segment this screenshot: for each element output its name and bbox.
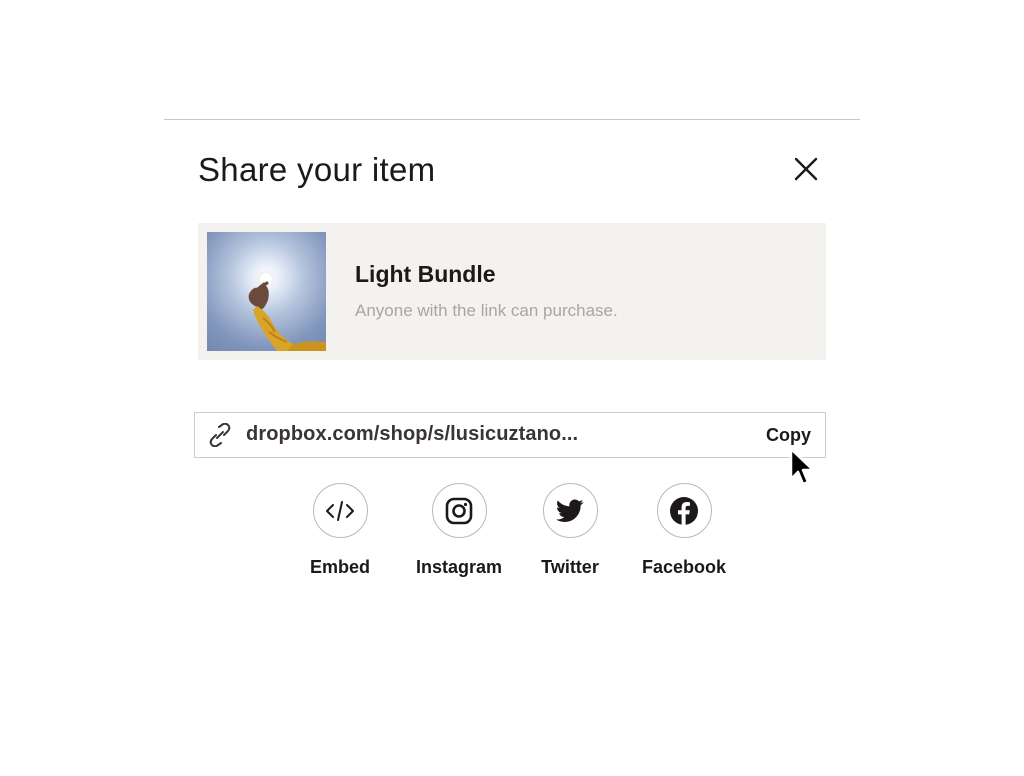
twitter-button[interactable] xyxy=(542,483,598,538)
share-option-label: Embed xyxy=(309,557,370,577)
item-subtitle: Anyone with the link can purchase. xyxy=(355,301,618,320)
item-card: Light Bundle Anyone with the link can pu… xyxy=(198,223,826,360)
instagram-icon xyxy=(445,497,473,524)
instagram-button[interactable] xyxy=(431,483,487,538)
facebook-icon xyxy=(670,496,698,525)
code-icon xyxy=(326,500,354,521)
share-option-label: Twitter xyxy=(541,557,599,577)
mouse-cursor-icon xyxy=(789,447,815,486)
share-link-field[interactable]: dropbox.com/shop/s/lusicuztano... Copy xyxy=(194,412,826,458)
facebook-button[interactable] xyxy=(656,483,712,538)
link-url: dropbox.com/shop/s/lusicuztano... xyxy=(246,423,579,445)
item-thumbnail xyxy=(207,232,326,351)
share-modal: Share your item Light Bundle Anyone with… xyxy=(0,0,1024,776)
share-option-twitter[interactable]: Twitter xyxy=(510,483,630,578)
twitter-icon xyxy=(556,498,584,522)
share-option-label: Instagram xyxy=(415,557,503,577)
close-button[interactable] xyxy=(790,153,822,185)
share-option-label: Facebook xyxy=(641,557,727,577)
share-option-facebook[interactable]: Facebook xyxy=(624,483,744,578)
item-name: Light Bundle xyxy=(355,261,496,287)
lightbulb-hand-image xyxy=(248,271,326,351)
close-icon xyxy=(794,157,818,181)
link-icon xyxy=(209,423,231,447)
top-divider xyxy=(164,119,860,120)
embed-button[interactable] xyxy=(312,483,368,538)
share-option-embed[interactable]: Embed xyxy=(280,483,400,578)
copy-button[interactable]: Copy xyxy=(766,425,811,446)
share-option-instagram[interactable]: Instagram xyxy=(399,483,519,578)
modal-title: Share your item xyxy=(198,151,436,188)
